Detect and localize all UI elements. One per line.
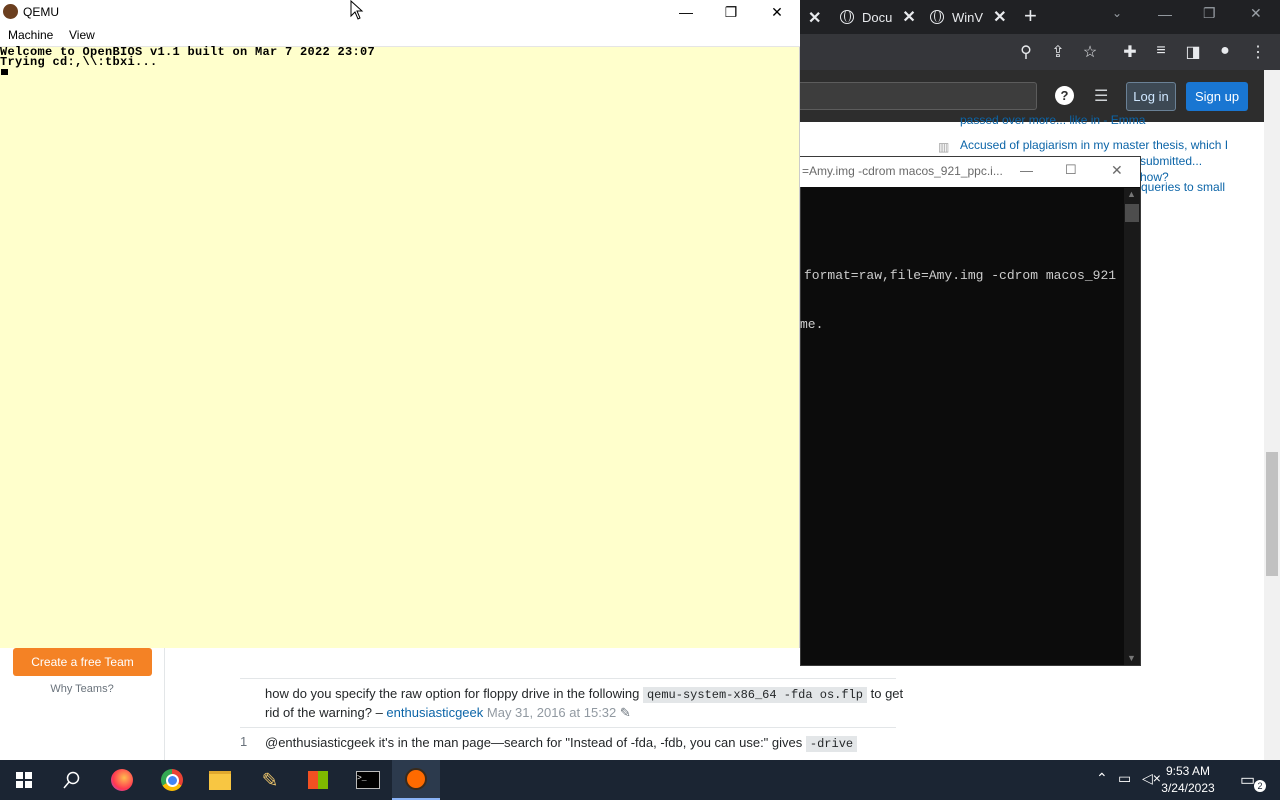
console-cursor (1, 69, 8, 75)
close-tab-icon[interactable]: ✕ (902, 7, 915, 27)
menu-machine[interactable]: Machine (8, 28, 53, 42)
comment-user-link[interactable]: enthusiasticgeek (386, 705, 483, 720)
scroll-up-icon[interactable]: ▲ (1127, 189, 1136, 199)
hot-question-link[interactable]: Accused of plagiarism in my master thesi… (960, 137, 1230, 153)
comment-timestamp[interactable]: May 31, 2016 at 15:32 (487, 705, 616, 720)
media-icon[interactable]: ≡ (1151, 42, 1171, 60)
globe-icon (840, 10, 854, 24)
comment-divider (240, 678, 896, 679)
hot-question-link[interactable]: passed over more... like in - Emma (960, 112, 1230, 128)
help-icon[interactable]: ? (1055, 86, 1074, 105)
globe-icon (930, 10, 944, 24)
why-teams-link[interactable]: Why Teams? (0, 683, 164, 695)
inbox-icon[interactable]: ☰ (1094, 86, 1108, 106)
browser-toolbar (800, 34, 1280, 70)
comment-text: how do you specify the raw option for fl… (265, 686, 640, 701)
taskbar-file-explorer[interactable] (196, 760, 244, 800)
hot-question-link[interactable]: queries to small (1141, 179, 1231, 195)
tab-label: WinV (952, 9, 984, 25)
tab-search-icon[interactable]: ⌄ (1112, 6, 1122, 20)
notification-center-icon[interactable]: ▭ (1240, 770, 1255, 790)
terminal-scrollbar[interactable] (1124, 188, 1140, 665)
minimize-icon[interactable]: — (1020, 163, 1033, 178)
taskbar-terminal[interactable]: >_ (344, 760, 392, 800)
archive-app-icon: ✎ (261, 769, 279, 792)
start-button[interactable] (0, 760, 48, 800)
profile-icon[interactable]: ● (1215, 42, 1235, 60)
share-icon[interactable]: ⇪ (1048, 42, 1068, 62)
close-icon[interactable]: ✕ (754, 0, 800, 24)
notification-count-badge: 2 (1254, 780, 1266, 792)
terminal-scrollbar-thumb[interactable] (1125, 204, 1139, 222)
taskbar-firefox[interactable] (98, 760, 146, 800)
taskbar-app[interactable]: ✎ (246, 760, 294, 800)
network-icon[interactable]: ▭ (1118, 770, 1131, 787)
bookmark-star-icon[interactable]: ☆ (1080, 42, 1100, 62)
browser-tab-docu[interactable]: Docu ✕ (840, 5, 916, 29)
menu-kebab-icon[interactable]: ⋮ (1248, 42, 1268, 62)
scroll-down-icon[interactable]: ▼ (1127, 653, 1136, 663)
taskbar-store[interactable] (294, 760, 342, 800)
page-scrollbar[interactable] (1264, 70, 1280, 760)
qemu-console[interactable]: Welcome to OpenBIOS v1.1 built on Mar 7 … (0, 46, 800, 69)
create-team-button[interactable]: Create a free Team (13, 648, 152, 676)
terminal-window[interactable] (800, 156, 1141, 666)
browser-tab-winv[interactable]: WinV ✕ (930, 5, 1006, 29)
zoom-icon[interactable]: ⚲ (1016, 42, 1036, 62)
browser-tabstrip: ✕ Docu ✕ WinV ✕ + ⌄ — ❐ ✕ (800, 0, 1280, 34)
qemu-titlebar[interactable]: QEMU — ❐ ✕ (0, 0, 800, 25)
show-hidden-icons-icon[interactable]: ⌃ (1096, 770, 1108, 787)
tab-label: Docu (862, 9, 893, 25)
terminal-line: me. (800, 317, 824, 332)
taskbar-chrome[interactable] (148, 760, 196, 800)
comment-score: 1 (240, 734, 248, 749)
site-icon: ▥ (938, 140, 950, 154)
clock-date[interactable]: 3/24/2023 (1150, 781, 1226, 795)
close-tab-icon[interactable]: ✕ (808, 8, 821, 28)
clock-time[interactable]: 9:53 AM (1150, 764, 1226, 778)
terminal-title: =Amy.img -cdrom macos_921_ppc.i... (802, 164, 1003, 178)
maximize-icon[interactable]: ☐ (1065, 162, 1077, 178)
terminal-line: format=raw,file=Amy.img -cdrom macos_921 (804, 268, 1117, 283)
comment: @enthusiasticgeek it's in the man page—s… (265, 734, 905, 760)
comment: how do you specify the raw option for fl… (265, 685, 905, 722)
search-icon (63, 771, 80, 789)
menu-view[interactable]: View (69, 28, 95, 42)
close-tab-icon[interactable]: ✕ (993, 7, 1006, 27)
minimize-icon[interactable]: — (1158, 6, 1172, 22)
qemu-menubar (0, 25, 800, 47)
qemu-icon (405, 768, 427, 790)
inline-code: qemu-system-x86_64 -fda os.flp (642, 687, 867, 703)
window-title: QEMU (23, 5, 59, 19)
folder-icon (209, 770, 231, 790)
comment-divider (240, 727, 896, 728)
restore-icon[interactable]: ❐ (708, 0, 754, 24)
search-button[interactable] (48, 760, 96, 800)
page-scrollbar-thumb[interactable] (1266, 452, 1278, 576)
close-icon[interactable]: ✕ (1111, 162, 1123, 179)
close-icon[interactable]: ✕ (1250, 5, 1262, 22)
console-line: Trying cd:,\\:tbxi... (0, 55, 158, 69)
inline-code: -drive (805, 736, 858, 752)
side-panel-icon[interactable]: ◨ (1183, 42, 1203, 62)
taskbar-qemu[interactable] (392, 760, 440, 800)
chrome-icon (161, 769, 183, 791)
mouse-pointer-icon (350, 0, 364, 20)
restore-icon[interactable]: ❐ (1203, 5, 1216, 22)
edit-pencil-icon[interactable]: ✎ (620, 705, 631, 720)
windows-logo-icon (16, 772, 32, 788)
search-input[interactable] (800, 82, 1037, 110)
extensions-icon[interactable]: ✚ (1120, 42, 1140, 62)
qemu-window[interactable] (0, 0, 800, 648)
signup-button[interactable]: Sign up (1186, 82, 1248, 111)
login-button[interactable]: Log in (1126, 82, 1176, 111)
new-tab-button[interactable]: + (1024, 3, 1037, 29)
store-icon (308, 771, 328, 789)
terminal-icon: >_ (356, 771, 380, 789)
qemu-app-icon (3, 4, 18, 19)
firefox-icon (111, 769, 133, 791)
comment-text: @enthusiasticgeek it's in the man page—s… (265, 735, 803, 750)
minimize-icon[interactable]: — (663, 0, 709, 24)
